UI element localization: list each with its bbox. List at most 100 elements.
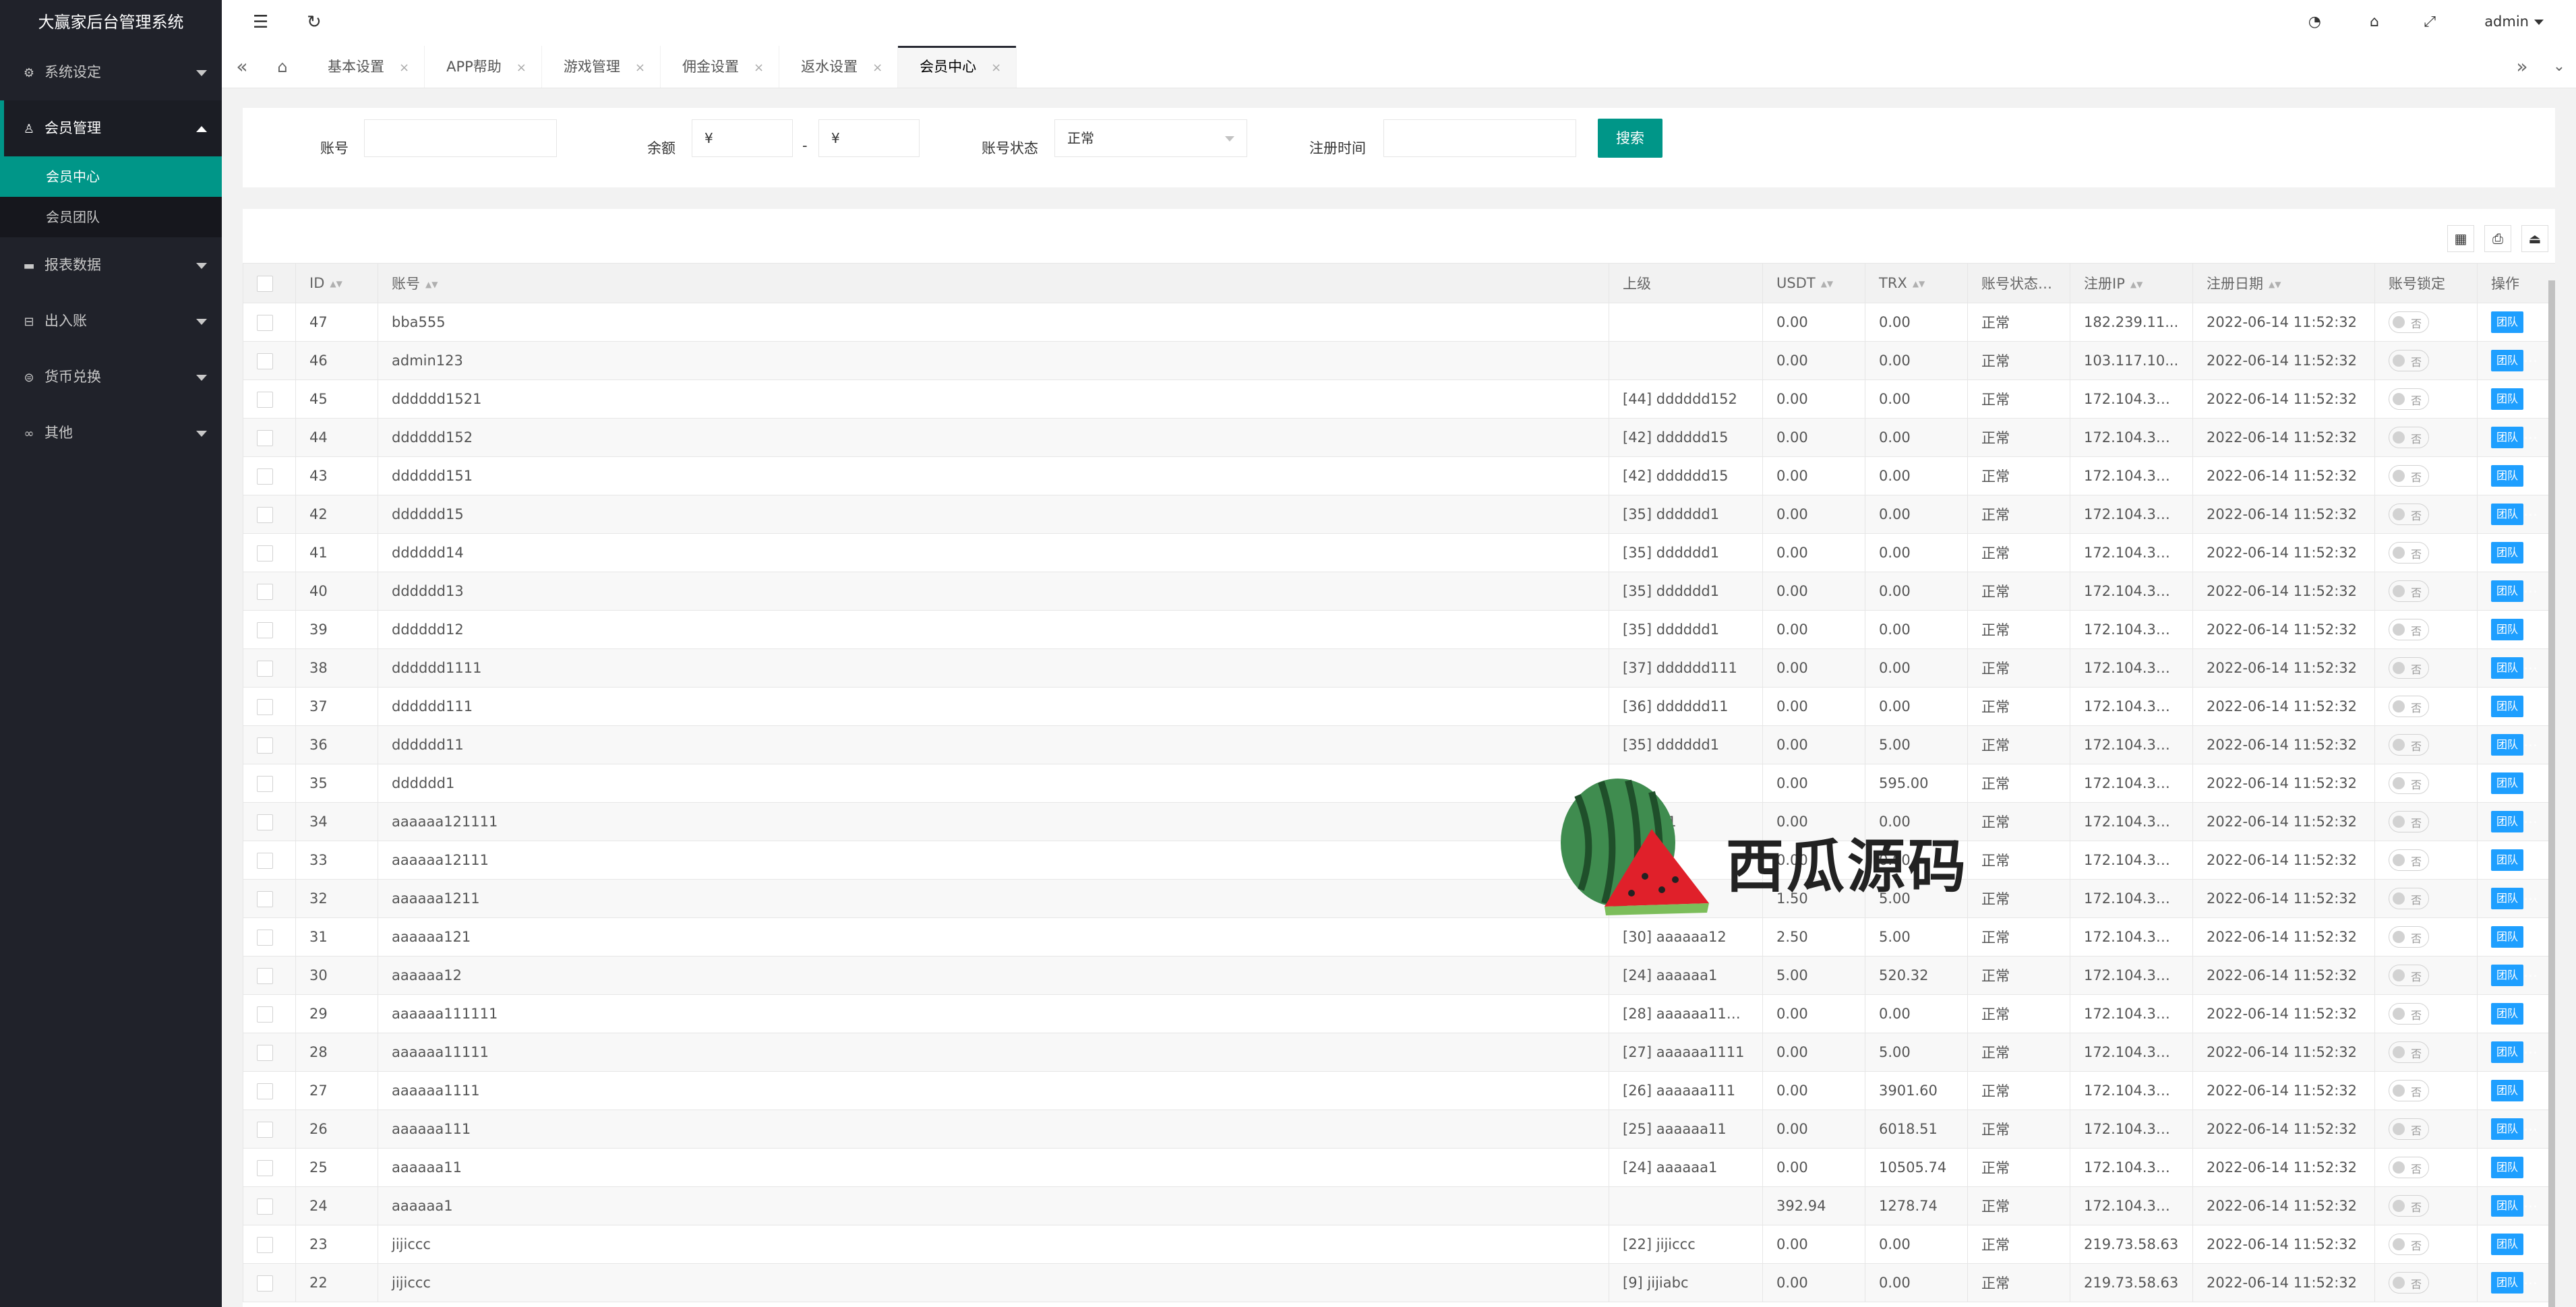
team-button[interactable]: 团队 [2491,772,2524,794]
search-button[interactable]: 搜索 [1598,119,1663,158]
row-checkbox[interactable] [257,1236,273,1253]
lock-toggle[interactable]: 否 [2389,350,2429,371]
row-checkbox[interactable] [257,353,273,369]
team-button[interactable]: 团队 [2491,1195,2524,1217]
team-button[interactable]: 团队 [2491,427,2524,448]
export-icon[interactable]: ⏏ [2521,225,2548,252]
team-button[interactable]: 团队 [2491,1272,2524,1294]
sort-icon[interactable]: ▲▼ [2269,280,2281,289]
row-checkbox[interactable] [257,506,273,523]
column-header-reg-ip[interactable]: 注册IP ▲▼ [2070,263,2193,303]
lock-toggle[interactable]: 否 [2389,734,2429,756]
row-checkbox[interactable] [257,737,273,754]
row-checkbox[interactable] [257,1275,273,1291]
row-checkbox[interactable] [257,852,273,869]
team-button[interactable]: 团队 [2491,657,2524,679]
print-icon[interactable]: ⎙ [2484,225,2511,252]
lock-toggle[interactable]: 否 [2389,888,2429,909]
column-header-trx[interactable]: TRX ▲▼ [1865,263,1968,303]
team-button[interactable]: 团队 [2491,1118,2524,1140]
team-button[interactable]: 团队 [2491,465,2524,487]
column-header-reg-date[interactable]: 注册日期 ▲▼ [2192,263,2375,303]
team-button[interactable]: 团队 [2491,888,2524,909]
team-button[interactable]: 团队 [2491,388,2524,410]
sidebar-subitem-member-team[interactable]: 会员团队 [0,197,222,237]
team-button[interactable]: 团队 [2491,696,2524,717]
lock-toggle[interactable]: 否 [2389,311,2429,333]
row-checkbox[interactable] [257,929,273,946]
tab-basic-settings[interactable]: 基本设置 × [306,46,425,88]
lock-toggle[interactable]: 否 [2389,580,2429,602]
tab-rebate-settings[interactable]: 返水设置 × [779,46,899,88]
sidebar-item-ledger[interactable]: ⊟ 出入账 [0,293,222,349]
balance-max-input[interactable]: ¥ [818,119,920,157]
tag-icon[interactable]: ⌂ [2370,13,2379,30]
row-checkbox[interactable] [257,814,273,830]
row-checkbox[interactable] [257,583,273,600]
lock-toggle[interactable]: 否 [2389,772,2429,794]
team-button[interactable]: 团队 [2491,1080,2524,1101]
user-menu[interactable]: admin [2484,13,2544,30]
tabs-scroll-right-icon[interactable]: » [2502,46,2542,88]
row-checkbox[interactable] [257,468,273,485]
lock-toggle[interactable]: 否 [2389,427,2429,448]
team-button[interactable]: 团队 [2491,580,2524,602]
row-checkbox[interactable] [257,890,273,907]
row-checkbox[interactable] [257,1198,273,1215]
lock-toggle[interactable]: 否 [2389,388,2429,410]
close-icon[interactable]: × [635,61,645,75]
sidebar-item-member-management[interactable]: ♙ 会员管理 [0,100,222,156]
row-checkbox[interactable] [257,621,273,638]
row-checkbox[interactable] [257,391,273,408]
columns-filter-icon[interactable]: ▦ [2447,225,2474,252]
tab-member-center[interactable]: 会员中心 × [898,46,1017,88]
lock-toggle[interactable]: 否 [2389,657,2429,679]
close-icon[interactable]: × [991,61,1001,75]
lock-toggle[interactable]: 否 [2389,696,2429,717]
column-header-status[interactable]: 账号状态... ▲▼ [1967,263,2070,303]
lock-toggle[interactable]: 否 [2389,1003,2429,1025]
lock-toggle[interactable]: 否 [2389,504,2429,525]
account-input[interactable] [364,119,557,157]
row-checkbox[interactable] [257,967,273,984]
team-button[interactable]: 团队 [2491,926,2524,948]
sidebar-item-currency-exchange[interactable]: ⊜ 货币兑换 [0,349,222,405]
team-button[interactable]: 团队 [2491,311,2524,333]
team-button[interactable]: 团队 [2491,542,2524,564]
sort-icon[interactable]: ▲▼ [2057,280,2069,289]
row-checkbox[interactable] [257,314,273,331]
row-checkbox[interactable] [257,775,273,792]
team-button[interactable]: 团队 [2491,350,2524,371]
status-select[interactable]: 正常 [1054,119,1247,157]
row-checkbox[interactable] [257,545,273,561]
lock-toggle[interactable]: 否 [2389,1041,2429,1063]
lock-toggle[interactable]: 否 [2389,619,2429,640]
close-icon[interactable]: × [516,61,527,75]
regtime-input[interactable] [1383,119,1576,157]
sidebar-subitem-member-center[interactable]: 会员中心 [0,156,222,197]
balance-min-input[interactable]: ¥ [692,119,793,157]
team-button[interactable]: 团队 [2491,619,2524,640]
lock-toggle[interactable]: 否 [2389,1195,2429,1217]
row-checkbox[interactable] [257,1006,273,1023]
row-checkbox[interactable] [257,698,273,715]
tab-commission-settings[interactable]: 佣金设置 × [661,46,780,88]
team-button[interactable]: 团队 [2491,811,2524,832]
lock-toggle[interactable]: 否 [2389,1272,2429,1294]
lock-toggle[interactable]: 否 [2389,965,2429,986]
lock-toggle[interactable]: 否 [2389,1118,2429,1140]
lock-toggle[interactable]: 否 [2389,465,2429,487]
home-tab-icon[interactable]: ⌂ [262,46,303,88]
column-header-usdt[interactable]: USDT ▲▼ [1762,263,1865,303]
lock-toggle[interactable]: 否 [2389,542,2429,564]
sidebar-item-report-data[interactable]: ▬ 报表数据 [0,237,222,293]
menu-toggle-icon[interactable]: ☰ [253,12,268,32]
vertical-scrollbar-thumb[interactable] [2548,280,2555,1307]
team-button[interactable]: 团队 [2491,1234,2524,1255]
tab-game-management[interactable]: 游戏管理 × [542,46,661,88]
lock-toggle[interactable]: 否 [2389,811,2429,832]
close-icon[interactable]: × [399,61,409,75]
sort-icon[interactable]: ▲▼ [330,279,342,288]
tabs-scroll-left-icon[interactable]: « [222,46,262,88]
fullscreen-icon[interactable]: ⤢ [2424,13,2436,30]
